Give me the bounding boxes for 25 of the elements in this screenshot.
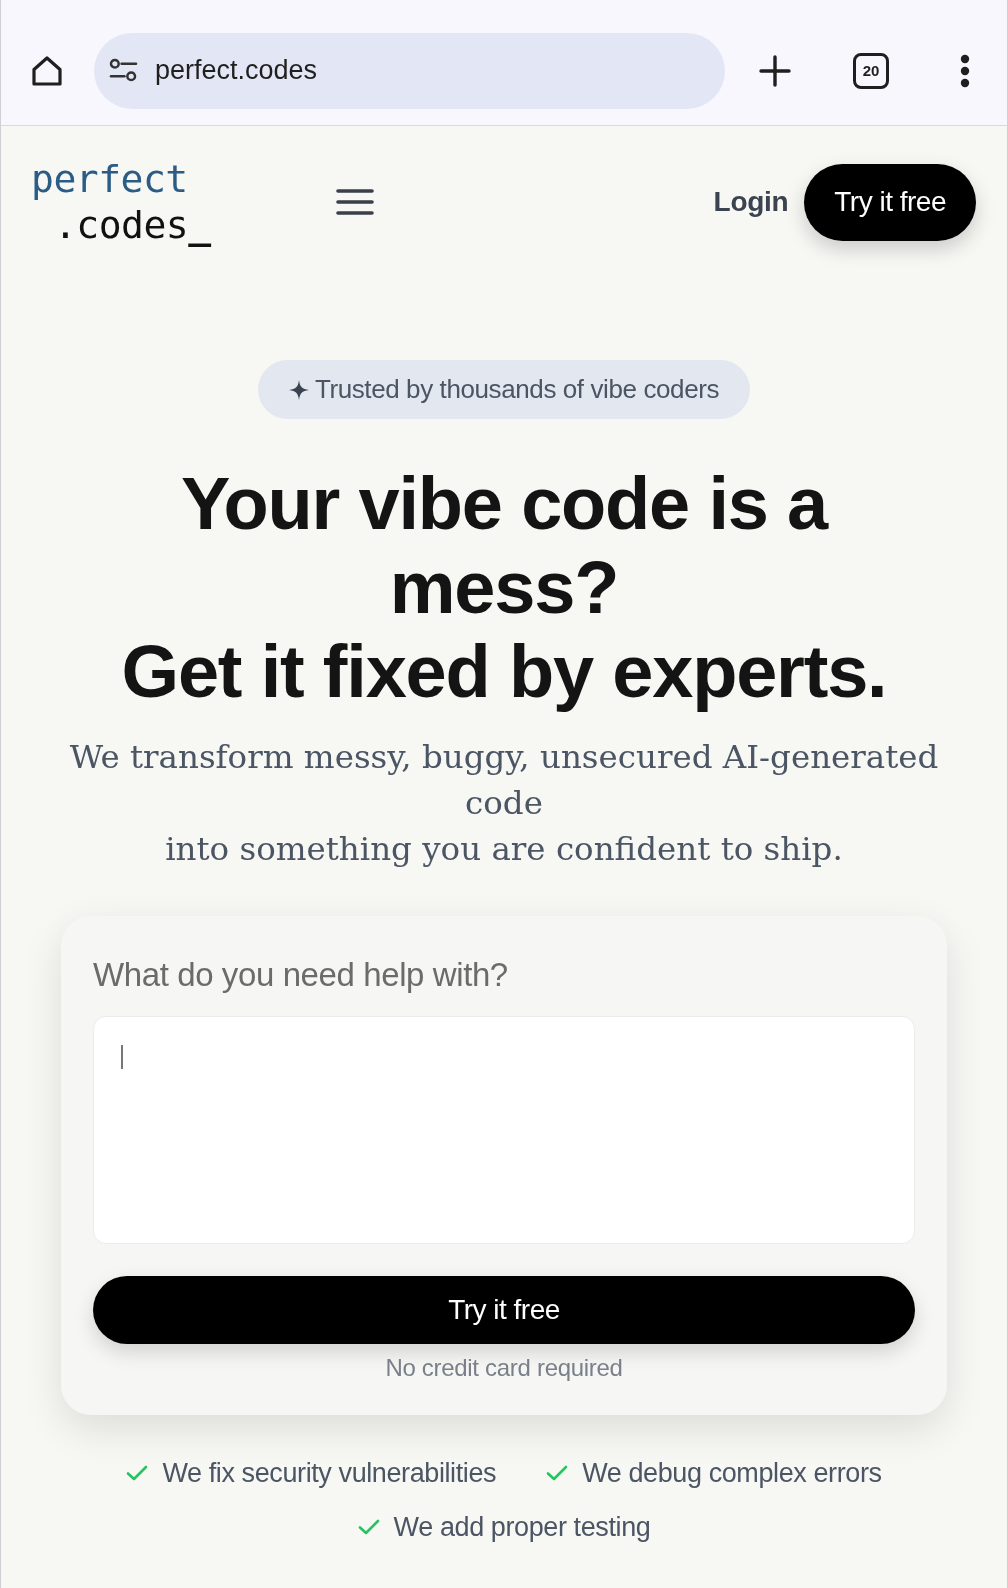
- tab-switcher-button[interactable]: 20: [853, 52, 889, 89]
- subtitle: We transform messy, buggy, unsecured AI-generated code into something you are confident to ship.: [68, 737, 940, 870]
- login-link[interactable]: Login: [713, 186, 789, 218]
- site-settings-icon[interactable]: [109, 58, 138, 83]
- try-free-button[interactable]: Try it free: [93, 1276, 915, 1344]
- home-icon[interactable]: [30, 53, 64, 88]
- new-tab-icon[interactable]: [759, 54, 791, 87]
- field-label: What do you need help with?: [93, 955, 509, 995]
- menu-icon[interactable]: [335, 188, 374, 216]
- address-bar[interactable]: perfect.codes: [94, 32, 725, 109]
- site-logo[interactable]: perfect .codes_: [31, 156, 211, 248]
- url-text: perfect.codes: [155, 55, 318, 86]
- try-free-button[interactable]: Try it free: [804, 163, 976, 241]
- feature-text: We add proper testing: [393, 1511, 651, 1544]
- check-icon: [546, 1465, 569, 1481]
- feature-text: We fix security vulnerabilities: [162, 1457, 497, 1490]
- check-icon: [126, 1465, 149, 1481]
- headline: Your vibe code is a mess? Get it fixed by experts.: [120, 462, 888, 714]
- more-menu-icon[interactable]: [959, 53, 971, 88]
- sparkle-icon: [288, 379, 309, 400]
- badge-text: Trusted by thousands of vibe coders: [314, 374, 720, 405]
- check-icon: [357, 1519, 380, 1535]
- message-field[interactable]: [93, 1016, 915, 1244]
- feature-text: We debug complex errors: [582, 1457, 882, 1490]
- note-text: No credit card required: [384, 1353, 624, 1383]
